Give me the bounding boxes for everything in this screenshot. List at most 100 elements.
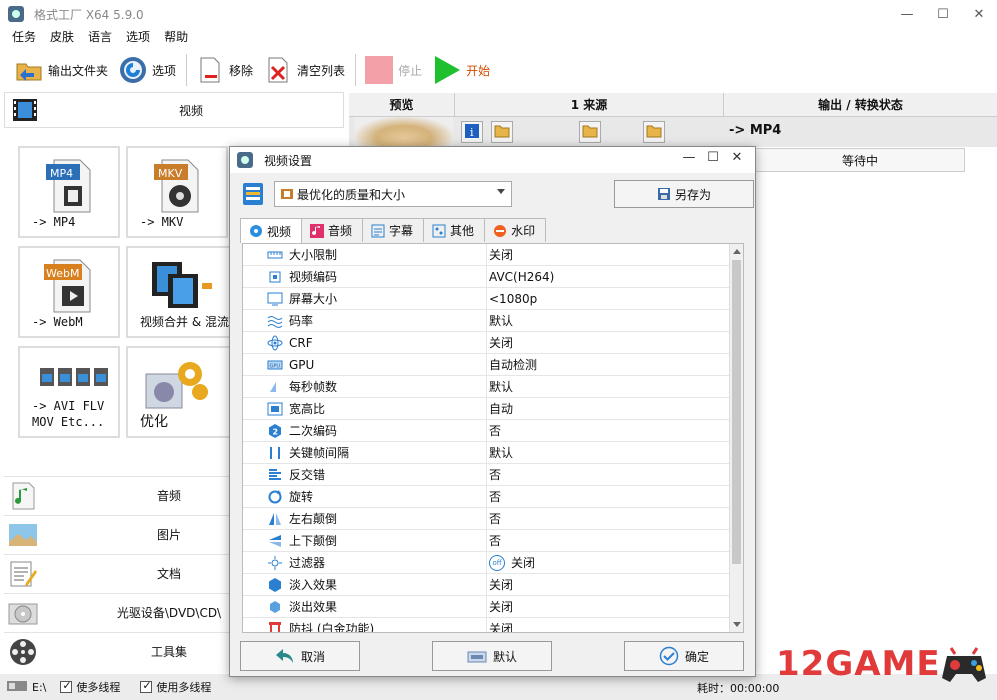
tile-multi-format[interactable]: -> AVI FLV MOV Etc... — [18, 346, 120, 438]
stop-button[interactable]: 停止 — [364, 53, 422, 87]
queue-row[interactable]: i -> MP4 — [349, 117, 997, 147]
prop-name: 淡出效果 — [289, 600, 338, 614]
prop-value[interactable]: off 关闭 — [489, 554, 535, 571]
category-audio[interactable]: 音频 — [4, 476, 240, 514]
prop-value[interactable]: 否 — [489, 510, 501, 527]
prop-row-bitrate[interactable]: 码率 默认 — [243, 310, 729, 332]
use-multithread-checkbox[interactable]: 使用多线程 — [140, 679, 211, 695]
prop-row-aspect[interactable]: 宽高比 自动 — [243, 398, 729, 420]
open-folder-button[interactable] — [579, 121, 601, 143]
tile-optimize[interactable]: 优化 — [126, 346, 244, 438]
prop-value[interactable]: 否 — [489, 422, 501, 439]
prop-row-rotate[interactable]: 旋转 否 — [243, 486, 729, 508]
prop-row-flip-vertical[interactable]: 上下颠倒 否 — [243, 530, 729, 552]
tile-mkv[interactable]: MKV -> MKV — [126, 146, 228, 238]
checkbox[interactable] — [140, 679, 153, 693]
category-disc[interactable]: 光驱设备\DVD\CD\ — [4, 593, 240, 631]
preset-dropdown[interactable]: 最优化的质量和大小 — [274, 181, 512, 207]
music-note-icon — [8, 481, 38, 511]
minimize-button[interactable]: — — [889, 0, 925, 28]
default-button[interactable]: 默认 — [432, 641, 552, 671]
menu-skin[interactable]: 皮肤 — [50, 28, 74, 48]
maximize-button[interactable]: ☐ — [925, 0, 961, 28]
prop-row-flip-horizontal[interactable]: 左右颠倒 否 — [243, 508, 729, 530]
output-folder-open-button[interactable] — [643, 121, 665, 143]
prop-row-keyframe[interactable]: 关键帧间隔 默认 — [243, 442, 729, 464]
tab-audio[interactable]: 音频 — [301, 218, 364, 242]
gamepad-logo-icon — [941, 644, 987, 686]
scroll-down-icon[interactable] — [733, 622, 741, 627]
scroll-thumb[interactable] — [732, 260, 741, 564]
checkbox[interactable] — [60, 679, 73, 693]
cancel-label: 取消 — [300, 649, 325, 664]
prop-value[interactable]: 关闭 — [489, 246, 513, 263]
tile-mp4[interactable]: MP4 -> MP4 — [18, 146, 120, 238]
options-button[interactable]: 选项 — [118, 53, 176, 87]
prop-value[interactable]: 关闭 — [489, 598, 513, 615]
prop-row-video-codec[interactable]: 视频编码 AVC(H264) — [243, 266, 729, 288]
prop-row-size-limit[interactable]: 大小限制 关闭 — [243, 244, 729, 266]
tile-webm[interactable]: WebM -> WebM — [18, 246, 120, 338]
prop-row-two-pass[interactable]: 2 二次编码 否 — [243, 420, 729, 442]
prop-value[interactable]: <1080p — [489, 292, 537, 306]
prop-row-fade-out[interactable]: 淡出效果 关闭 — [243, 596, 729, 618]
prop-value[interactable]: 关闭 — [489, 334, 513, 351]
scroll-up-icon[interactable] — [733, 249, 741, 254]
start-button[interactable]: 开始 — [432, 53, 490, 87]
prop-value[interactable]: 自动检测 — [489, 356, 537, 373]
prop-value[interactable]: 关闭 — [489, 576, 513, 593]
tile-label: -> WebM — [32, 315, 83, 329]
menu-options[interactable]: 选项 — [126, 28, 150, 48]
video-category-header[interactable]: 视频 — [4, 92, 344, 128]
prop-row-filter[interactable]: 过滤器 off 关闭 — [243, 552, 729, 574]
prop-row-fade-in[interactable]: 淡入效果 关闭 — [243, 574, 729, 596]
prop-value[interactable]: 否 — [489, 488, 501, 505]
off-badge-icon: off — [489, 554, 505, 571]
category-document[interactable]: 文档 — [4, 554, 240, 592]
col-source[interactable]: 1 来源 — [455, 93, 724, 116]
tab-other[interactable]: 其他 — [423, 218, 486, 242]
dialog-maximize-button[interactable]: ☐ — [701, 150, 725, 165]
tab-watermark[interactable]: 水印 — [484, 218, 547, 242]
output-folder-button[interactable]: 输出文件夹 — [14, 53, 108, 87]
prop-value[interactable]: 自动 — [489, 400, 513, 417]
remove-button[interactable]: 移除 — [195, 53, 253, 87]
prop-row-stabilize[interactable]: 防抖 (白金功能) 关闭 — [243, 618, 729, 632]
prop-value[interactable]: 关闭 — [489, 620, 513, 632]
ok-button[interactable]: 确定 — [624, 641, 744, 671]
tile-video-merge[interactable]: 视频合并 & 混流 — [126, 246, 244, 338]
prop-value[interactable]: 默认 — [489, 312, 513, 329]
tab-subtitle[interactable]: 字幕 — [362, 218, 425, 242]
menu-task[interactable]: 任务 — [12, 28, 36, 48]
dialog-minimize-button[interactable]: — — [677, 150, 701, 165]
category-tools[interactable]: 工具集 — [4, 632, 240, 670]
prop-row-gpu[interactable]: GPU GPU 自动检测 — [243, 354, 729, 376]
prop-value[interactable]: 否 — [489, 466, 501, 483]
col-preview[interactable]: 预览 — [349, 93, 455, 116]
prop-value[interactable]: 默认 — [489, 444, 513, 461]
prop-row-fps[interactable]: 每秒帧数 默认 — [243, 376, 729, 398]
prop-value[interactable]: AVC(H264) — [489, 270, 554, 284]
category-image[interactable]: 图片 — [4, 515, 240, 553]
tab-video[interactable]: 视频 — [240, 218, 303, 243]
menu-language[interactable]: 语言 — [88, 28, 112, 48]
prop-row-deinterlace[interactable]: 反交错 否 — [243, 464, 729, 486]
source-folder-button[interactable] — [491, 121, 513, 143]
clear-list-button[interactable]: 清空列表 — [263, 53, 345, 87]
default-preset-icon — [467, 646, 487, 666]
info-button[interactable]: i — [461, 121, 483, 143]
property-scrollbar[interactable] — [729, 244, 743, 632]
prop-row-screen-size[interactable]: 屏幕大小 <1080p — [243, 288, 729, 310]
prop-value[interactable]: 默认 — [489, 378, 513, 395]
close-button[interactable]: ✕ — [961, 0, 997, 28]
save-as-button[interactable]: 另存为 — [614, 180, 754, 208]
multithread-checkbox[interactable]: 使多线程 — [60, 679, 120, 695]
prop-row-crf[interactable]: CRF 关闭 — [243, 332, 729, 354]
cancel-button[interactable]: 取消 — [240, 641, 360, 671]
prop-value[interactable]: 否 — [489, 532, 501, 549]
monitor-icon — [267, 291, 283, 307]
webm-badge-text: WebM — [46, 267, 79, 280]
menu-help[interactable]: 帮助 — [164, 28, 188, 48]
dialog-close-button[interactable]: ✕ — [725, 150, 749, 165]
col-output-status[interactable]: 输出 / 转换状态 — [724, 93, 997, 116]
